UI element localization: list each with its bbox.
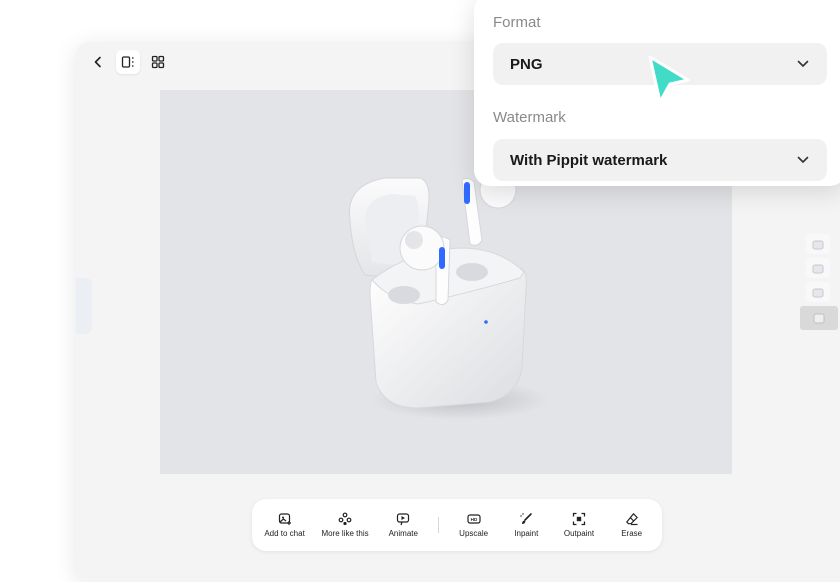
pointer-cursor-icon — [648, 55, 690, 104]
animate-icon — [397, 513, 410, 526]
brush-icon — [520, 513, 533, 524]
tool-label: More like this — [321, 529, 369, 538]
format-label: Format — [493, 14, 541, 31]
side-panel-handle[interactable] — [76, 278, 92, 334]
tool-label: Upscale — [459, 529, 489, 538]
inpaint-button[interactable]: Inpaint — [508, 512, 544, 538]
topbar — [86, 50, 170, 74]
tool-label: Outpaint — [563, 529, 595, 538]
expand-icon — [572, 512, 586, 526]
erase-button[interactable]: Erase — [614, 512, 650, 538]
single-view-button[interactable] — [116, 50, 140, 74]
watermark-label: Watermark — [493, 109, 566, 126]
single-view-icon — [121, 56, 134, 68]
thumbnail-selected[interactable] — [800, 306, 838, 330]
chevron-down-icon — [797, 156, 809, 163]
grid-view-icon — [151, 55, 165, 69]
history-thumbnails — [800, 234, 838, 330]
format-value: PNG — [510, 55, 543, 73]
tool-label: Animate — [388, 529, 418, 538]
variations-icon — [338, 512, 352, 526]
hd-icon: HD — [467, 514, 481, 524]
chevron-down-icon — [797, 60, 809, 67]
watermark-value: With Pippit watermark — [510, 151, 668, 169]
svg-text:HD: HD — [470, 517, 477, 522]
watermark-select[interactable]: With Pippit watermark — [493, 139, 827, 181]
animate-button[interactable]: Animate — [385, 512, 421, 538]
outpaint-button[interactable]: Outpaint — [561, 512, 597, 538]
upscale-button[interactable]: HD Upscale — [456, 512, 492, 538]
more-like-this-button[interactable]: More like this — [321, 512, 369, 538]
thumbnail[interactable] — [806, 282, 830, 302]
thumbnail[interactable] — [806, 258, 830, 278]
chevron-left-icon — [94, 56, 101, 68]
toolbar-divider — [437, 517, 439, 533]
tool-label: Inpaint — [514, 529, 539, 538]
add-image-icon — [278, 513, 291, 525]
back-button[interactable] — [86, 50, 110, 74]
tool-label: Add to chat — [264, 529, 305, 538]
thumbnail[interactable] — [806, 234, 830, 254]
eraser-icon — [625, 513, 638, 526]
tool-label: Erase — [621, 529, 643, 538]
add-to-chat-button[interactable]: Add to chat — [264, 512, 305, 538]
grid-view-button[interactable] — [146, 50, 170, 74]
image-actions-toolbar: Add to chat More like this Animate HD Up… — [252, 499, 662, 551]
